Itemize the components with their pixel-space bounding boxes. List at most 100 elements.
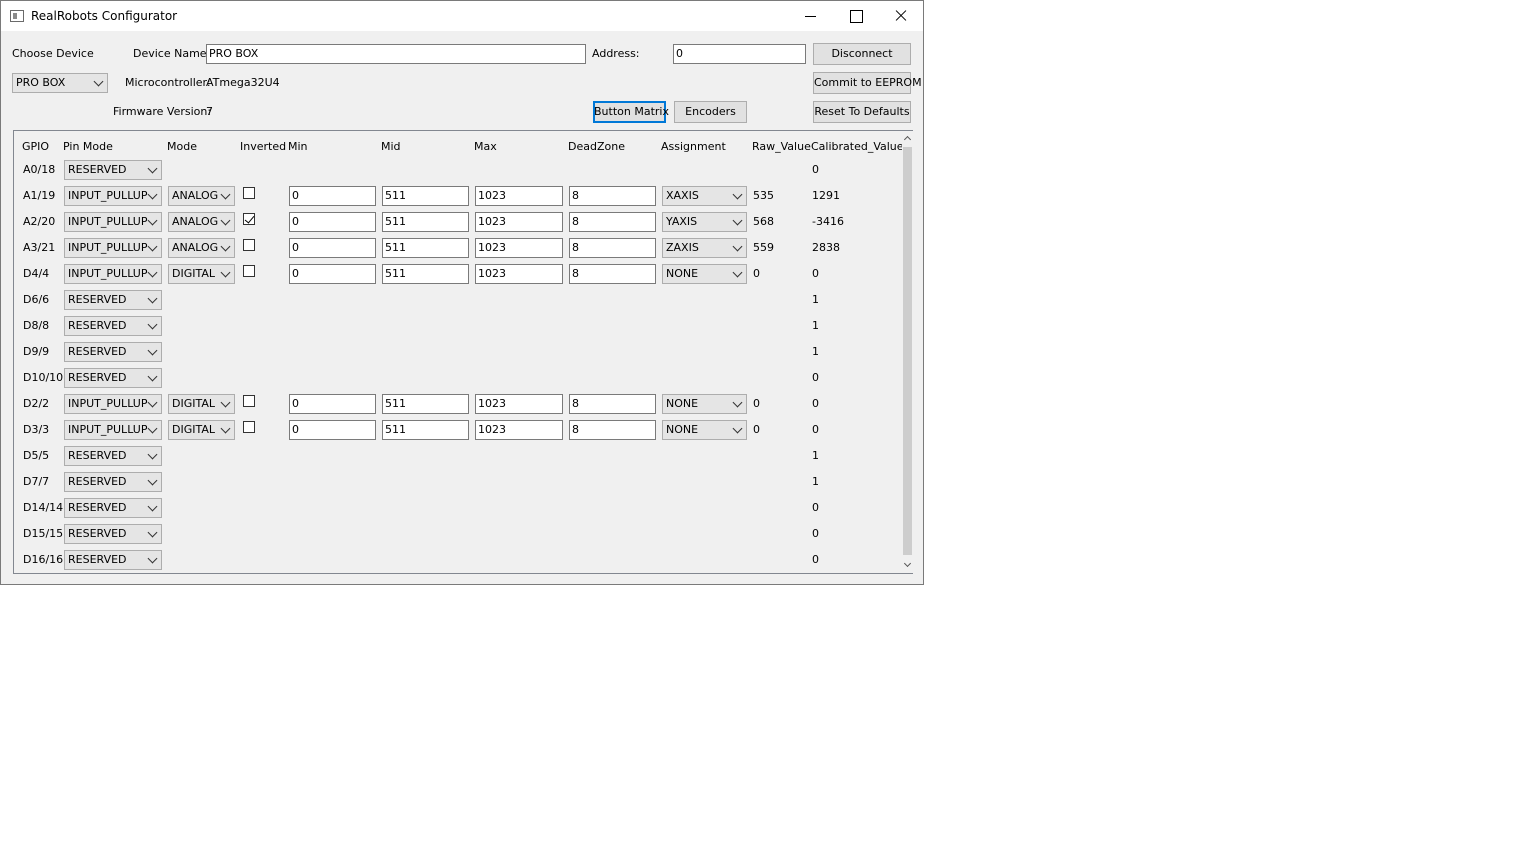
address-input[interactable]: 0 [673, 44, 806, 64]
device-select[interactable]: PRO BOX [12, 73, 108, 93]
gpio-label: A3/21 [23, 241, 56, 254]
pin-mode-select[interactable]: RESERVED [64, 316, 162, 336]
raw-value: 0 [753, 397, 760, 410]
assignment-select[interactable]: YAXIS [662, 212, 747, 232]
assignment-select[interactable]: NONE [662, 264, 747, 284]
mid-input[interactable]: 511 [382, 420, 469, 440]
scrollbar-thumb[interactable] [903, 147, 912, 555]
pin-mode-select[interactable]: INPUT_PULLUP [64, 186, 162, 206]
table-row: D8/8 RESERVED 1 [14, 313, 902, 339]
chevron-down-icon [147, 423, 158, 434]
raw-value: 0 [753, 267, 760, 280]
button-matrix-button[interactable]: Button Matrix [593, 101, 669, 123]
scroll-down-icon[interactable] [903, 559, 912, 568]
mode-select[interactable]: DIGITAL [168, 420, 235, 440]
header-calibrated-value: Calibrated_Value [811, 140, 904, 153]
inverted-checkbox[interactable] [243, 395, 255, 407]
device-name-input[interactable]: PRO BOX [206, 44, 586, 64]
mode-select[interactable]: ANALOG [168, 212, 235, 232]
disconnect-button[interactable]: Disconnect [813, 43, 911, 65]
min-input[interactable]: 0 [289, 420, 376, 440]
close-button[interactable] [878, 1, 924, 31]
assignment-select[interactable]: NONE [662, 420, 747, 440]
assignment-select[interactable]: NONE [662, 394, 747, 414]
table-row: A0/18 RESERVED 0 [14, 157, 902, 183]
pin-mode-select[interactable]: RESERVED [64, 342, 162, 362]
reset-defaults-button[interactable]: Reset To Defaults [813, 101, 911, 123]
mode-select[interactable]: DIGITAL [168, 264, 235, 284]
pin-mode-select[interactable]: INPUT_PULLUP [64, 264, 162, 284]
vertical-scrollbar[interactable] [902, 131, 913, 573]
pin-mode-select[interactable]: RESERVED [64, 446, 162, 466]
pin-mode-select[interactable]: INPUT_PULLUP [64, 420, 162, 440]
pin-mode-select[interactable]: RESERVED [64, 472, 162, 492]
commit-eeprom-button[interactable]: Commit to EEPROM [813, 72, 922, 94]
deadzone-input[interactable]: 8 [569, 238, 656, 258]
deadzone-input[interactable]: 8 [569, 186, 656, 206]
max-input[interactable]: 1023 [475, 186, 563, 206]
min-input[interactable]: 0 [289, 238, 376, 258]
pin-mode-select[interactable]: RESERVED [64, 368, 162, 388]
gpio-label: D5/5 [23, 449, 50, 462]
pin-mode-select-value: INPUT_PULLUP [68, 189, 148, 202]
deadzone-input[interactable]: 8 [569, 212, 656, 232]
chevron-down-icon [147, 189, 158, 200]
assignment-select[interactable]: ZAXIS [662, 238, 747, 258]
min-input[interactable]: 0 [289, 394, 376, 414]
pin-mode-select[interactable]: RESERVED [64, 550, 162, 570]
pin-mode-select[interactable]: INPUT_PULLUP [64, 238, 162, 258]
mode-select[interactable]: ANALOG [168, 186, 235, 206]
pin-mode-select[interactable]: RESERVED [64, 290, 162, 310]
max-input[interactable]: 1023 [475, 264, 563, 284]
mid-input[interactable]: 511 [382, 264, 469, 284]
maximize-button[interactable] [833, 1, 879, 31]
mode-select[interactable]: ANALOG [168, 238, 235, 258]
max-input[interactable]: 1023 [475, 420, 563, 440]
chevron-down-icon [147, 553, 158, 564]
pin-mode-select-value: RESERVED [68, 501, 127, 514]
pin-mode-select[interactable]: RESERVED [64, 160, 162, 180]
mid-input[interactable]: 511 [382, 186, 469, 206]
firmware-version-label: Firmware Version: [113, 105, 212, 118]
pin-mode-select-value: RESERVED [68, 553, 127, 566]
scroll-up-icon[interactable] [903, 135, 912, 144]
mode-select[interactable]: DIGITAL [168, 394, 235, 414]
inverted-checkbox[interactable] [243, 213, 255, 225]
gpio-label: D8/8 [23, 319, 50, 332]
mid-input[interactable]: 511 [382, 394, 469, 414]
pin-mode-select[interactable]: INPUT_PULLUP [64, 212, 162, 232]
chevron-down-icon [147, 345, 158, 356]
encoders-button[interactable]: Encoders [674, 101, 747, 123]
chevron-down-icon [147, 475, 158, 486]
inverted-checkbox[interactable] [243, 239, 255, 251]
inverted-checkbox[interactable] [243, 421, 255, 433]
deadzone-input[interactable]: 8 [569, 420, 656, 440]
mid-input[interactable]: 511 [382, 212, 469, 232]
gpio-label: D2/2 [23, 397, 50, 410]
pin-mode-select-value: RESERVED [68, 163, 127, 176]
chevron-down-icon [732, 215, 743, 226]
max-input[interactable]: 1023 [475, 394, 563, 414]
inverted-checkbox[interactable] [243, 187, 255, 199]
pin-mode-select[interactable]: RESERVED [64, 524, 162, 544]
assignment-select[interactable]: XAXIS [662, 186, 747, 206]
min-input[interactable]: 0 [289, 264, 376, 284]
min-input[interactable]: 0 [289, 186, 376, 206]
inverted-checkbox[interactable] [243, 265, 255, 277]
header-inverted: Inverted [240, 140, 287, 153]
deadzone-input[interactable]: 8 [569, 264, 656, 284]
minimize-button[interactable] [787, 1, 833, 31]
mid-input[interactable]: 511 [382, 238, 469, 258]
max-input[interactable]: 1023 [475, 238, 563, 258]
max-input[interactable]: 1023 [475, 212, 563, 232]
mode-select-value: DIGITAL [172, 397, 216, 410]
pin-mode-select[interactable]: INPUT_PULLUP [64, 394, 162, 414]
pin-mode-select[interactable]: RESERVED [64, 498, 162, 518]
pin-mode-select-value: INPUT_PULLUP [68, 241, 148, 254]
firmware-version-value: 7 [206, 105, 213, 118]
deadzone-input[interactable]: 8 [569, 394, 656, 414]
table-row: D14/14 RESERVED 0 [14, 495, 902, 521]
pin-mode-select-value: RESERVED [68, 371, 127, 384]
min-input[interactable]: 0 [289, 212, 376, 232]
gpio-table-panel: GPIO Pin Mode Mode Inverted Min Mid Max … [13, 130, 913, 574]
